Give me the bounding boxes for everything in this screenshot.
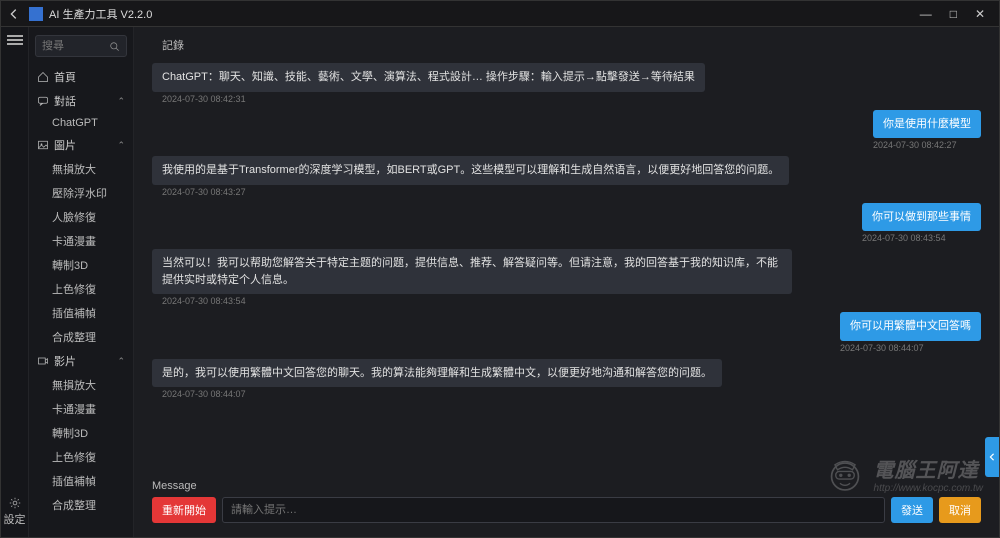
search-box[interactable]	[35, 35, 127, 57]
sidebar-item-video-4[interactable]: 插值補幀	[29, 469, 133, 493]
sidebar-item-home[interactable]: 首頁	[29, 65, 133, 89]
sidebar-item-video-3[interactable]: 上色修復	[29, 445, 133, 469]
send-button[interactable]: 發送	[891, 497, 933, 523]
side-drawer-tab[interactable]	[985, 437, 999, 477]
sidebar-item-image-2[interactable]: 人臉修復	[29, 205, 133, 229]
video-icon	[37, 355, 49, 367]
message-bubble: 我使用的是基于Transformer的深度学习模型，如BERT或GPT。这些模型…	[152, 156, 789, 185]
search-icon	[109, 41, 120, 52]
sidebar-item-image-6[interactable]: 插值補幀	[29, 301, 133, 325]
bot-message: 当然可以！我可以帮助您解答关于特定主题的问题，提供信息、推荐、解答疑问等。但请注…	[152, 249, 981, 306]
minimize-button[interactable]: ―	[920, 7, 932, 21]
sidebar-item-video[interactable]: 影片 ⌃	[29, 349, 133, 373]
sidebar-item-chat[interactable]: 對話 ⌃	[29, 89, 133, 113]
message-bubble: 你可以做到那些事情	[862, 203, 981, 232]
close-button[interactable]: ✕	[975, 7, 985, 21]
sidebar-item-label: 對話	[54, 93, 76, 109]
sidebar-item-image-0[interactable]: 無損放大	[29, 157, 133, 181]
message-label: Message	[152, 480, 981, 492]
message-bubble: ChatGPT：聊天、知識、技能、藝術、文學、演算法、程式設計… 操作步驟：輸入…	[152, 63, 705, 92]
chat-log[interactable]: ChatGPT：聊天、知識、技能、藝術、文學、演算法、程式設計… 操作步驟：輸入…	[134, 57, 999, 474]
user-message: 你是使用什麼模型2024-07-30 08:42:27	[152, 110, 981, 151]
window-controls: ― □ ✕	[920, 7, 993, 21]
sidebar-item-video-1[interactable]: 卡通漫畫	[29, 397, 133, 421]
message-timestamp: 2024-07-30 08:44:07	[840, 343, 979, 353]
main-panel: 記錄 ChatGPT：聊天、知識、技能、藝術、文學、演算法、程式設計… 操作步驟…	[134, 27, 999, 537]
image-icon	[37, 139, 49, 151]
message-bubble: 你是使用什麼模型	[873, 110, 981, 139]
sidebar-item-video-2[interactable]: 轉制3D	[29, 421, 133, 445]
sidebar-item-image-5[interactable]: 上色修復	[29, 277, 133, 301]
sidebar-item-chatgpt[interactable]: ChatGPT	[29, 113, 133, 133]
search-input[interactable]	[42, 40, 105, 52]
maximize-button[interactable]: □	[950, 7, 957, 21]
message-timestamp: 2024-07-30 08:43:54	[162, 296, 792, 306]
sidebar-item-label: 首頁	[54, 69, 76, 85]
user-message: 你可以用繁體中文回答嗎 2024-07-30 08:44:07	[152, 312, 981, 353]
sidebar-item-image-3[interactable]: 卡通漫畫	[29, 229, 133, 253]
sidebar-item-image[interactable]: 圖片 ⌃	[29, 133, 133, 157]
sidebar-item-image-1[interactable]: 壓除浮水印	[29, 181, 133, 205]
message-timestamp: 2024-07-30 08:43:27	[162, 187, 789, 197]
home-icon	[37, 71, 49, 83]
cancel-button[interactable]: 取消	[939, 497, 981, 523]
message-bubble: 你可以用繁體中文回答嗎	[840, 312, 981, 341]
chevron-up-icon: ⌃	[117, 140, 125, 151]
message-timestamp: 2024-07-30 08:42:27	[873, 140, 979, 150]
message-timestamp: 2024-07-30 08:42:31	[162, 94, 705, 104]
sidebar-item-image-4[interactable]: 轉制3D	[29, 253, 133, 277]
app-title: AI 生產力工具 V2.2.0	[49, 6, 920, 22]
user-message: 你可以做到那些事情2024-07-30 08:43:54	[152, 203, 981, 244]
chat-icon	[37, 95, 49, 107]
message-bubble: 是的，我可以使用繁體中文回答您的聊天。我的算法能夠理解和生成繁體中文，以便更好地…	[152, 359, 722, 388]
settings-button[interactable]: 設定	[4, 497, 26, 527]
back-icon[interactable]	[7, 7, 21, 21]
message-timestamp: 2024-07-30 08:44:07	[162, 389, 722, 399]
sidebar-item-label: 圖片	[54, 137, 76, 153]
message-bubble: 当然可以！我可以帮助您解答关于特定主题的问题，提供信息、推荐、解答疑问等。但请注…	[152, 249, 792, 294]
titlebar: AI 生產力工具 V2.2.0 ― □ ✕	[1, 1, 999, 27]
sidebar-item-image-7[interactable]: 合成整理	[29, 325, 133, 349]
hamburger-icon[interactable]	[7, 39, 23, 41]
restart-button[interactable]: 重新開始	[152, 497, 216, 523]
chevron-up-icon: ⌃	[117, 96, 125, 107]
app-icon	[29, 7, 43, 21]
bot-message: 我使用的是基于Transformer的深度学习模型，如BERT或GPT。这些模型…	[152, 156, 981, 197]
sidebar-item-video-5[interactable]: 合成整理	[29, 493, 133, 517]
message-input[interactable]	[222, 497, 885, 523]
record-label: 記錄	[134, 27, 999, 57]
bot-message: ChatGPT：聊天、知識、技能、藝術、文學、演算法、程式設計… 操作步驟：輸入…	[152, 63, 981, 104]
sidebar-item-label: 影片	[54, 353, 76, 369]
gear-icon	[9, 497, 21, 509]
compose-area: Message 重新開始 發送 取消	[134, 474, 999, 537]
chevron-left-icon	[988, 453, 996, 461]
sidebar-item-video-0[interactable]: 無損放大	[29, 373, 133, 397]
settings-label: 設定	[4, 511, 26, 527]
bot-message: 是的，我可以使用繁體中文回答您的聊天。我的算法能夠理解和生成繁體中文，以便更好地…	[152, 359, 981, 400]
left-rail: 設定	[1, 27, 29, 537]
message-timestamp: 2024-07-30 08:43:54	[862, 233, 979, 243]
chevron-up-icon: ⌃	[117, 356, 125, 367]
sidebar: 首頁 對話 ⌃ ChatGPT 圖片 ⌃ 無損放大壓除浮水印人臉修復卡通漫畫轉制…	[29, 27, 134, 537]
